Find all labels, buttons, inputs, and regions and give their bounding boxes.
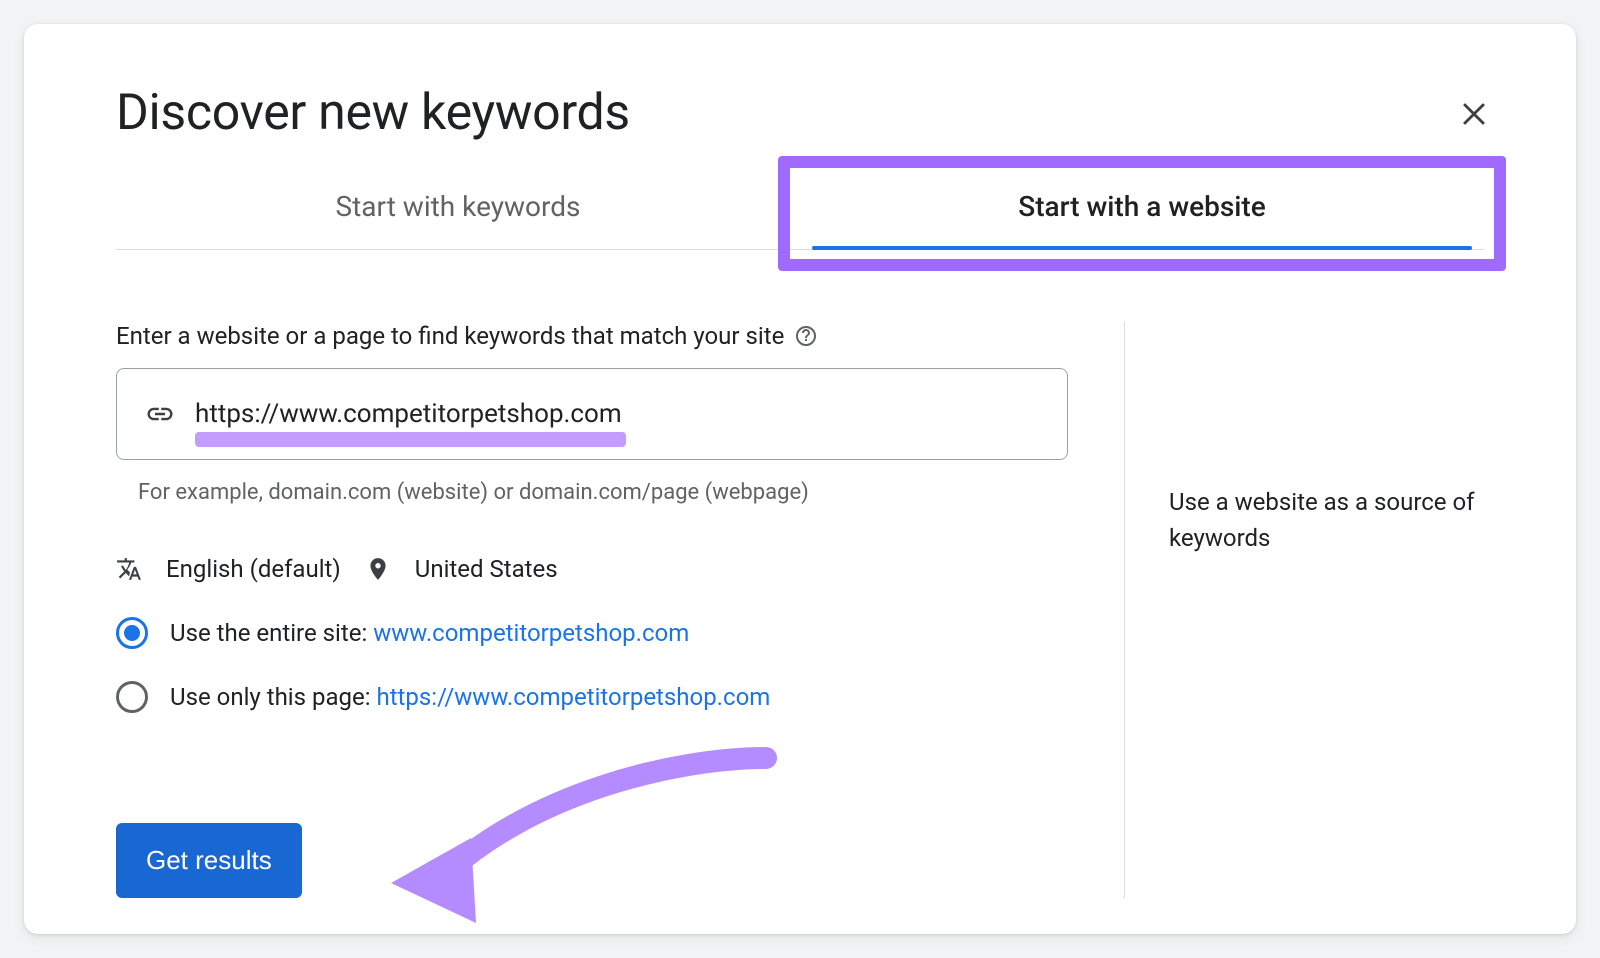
radio-label: Use the entire site: xyxy=(170,619,373,647)
radio-indicator xyxy=(116,681,148,713)
language-value[interactable]: English (default) xyxy=(166,555,341,583)
radio-link: https://www.competitorpetshop.com xyxy=(376,683,770,711)
language-icon xyxy=(116,556,142,582)
field-label: Enter a website or a page to find keywor… xyxy=(116,322,784,350)
tab-label: Start with keywords xyxy=(336,190,581,223)
website-url-input[interactable]: https://www.competitorpetshop.com xyxy=(116,368,1068,460)
example-hint: For example, domain.com (website) or dom… xyxy=(138,480,1064,505)
hint-text: Use a website as a source of keywords xyxy=(1169,332,1484,556)
tab-bar: Start with keywords Start with a website xyxy=(116,170,1484,250)
keyword-planner-card: Discover new keywords Start with keyword… xyxy=(24,24,1576,934)
cta-row: Get results xyxy=(116,823,1068,898)
radio-use-entire-site[interactable]: Use the entire site: www.competitorpetsh… xyxy=(116,617,1068,649)
annotation-arrow xyxy=(376,743,796,943)
tab-start-with-keywords[interactable]: Start with keywords xyxy=(116,170,800,249)
close-icon xyxy=(1457,95,1491,129)
targeting-settings: English (default) United States xyxy=(116,555,1068,583)
close-button[interactable] xyxy=(1450,88,1498,136)
content-row: Enter a website or a page to find keywor… xyxy=(116,322,1484,898)
get-results-button[interactable]: Get results xyxy=(116,823,302,898)
website-url-value: https://www.competitorpetshop.com xyxy=(195,399,622,429)
field-label-row: Enter a website or a page to find keywor… xyxy=(116,322,1068,350)
page-title: Discover new keywords xyxy=(116,84,1484,142)
scope-radio-group: Use the entire site: www.competitorpetsh… xyxy=(116,617,1068,713)
radio-use-only-page[interactable]: Use only this page: https://www.competit… xyxy=(116,681,1068,713)
location-value[interactable]: United States xyxy=(415,555,558,583)
form-column: Enter a website or a page to find keywor… xyxy=(116,322,1068,898)
radio-label: Use only this page: xyxy=(170,683,376,711)
radio-indicator xyxy=(116,617,148,649)
location-icon xyxy=(365,556,391,582)
link-icon xyxy=(145,399,175,429)
hint-column: Use a website as a source of keywords xyxy=(1124,322,1484,898)
tab-start-with-website[interactable]: Start with a website xyxy=(800,170,1484,249)
tab-label: Start with a website xyxy=(1018,190,1265,223)
radio-link: www.competitorpetshop.com xyxy=(373,619,689,647)
help-icon[interactable] xyxy=(794,324,818,348)
